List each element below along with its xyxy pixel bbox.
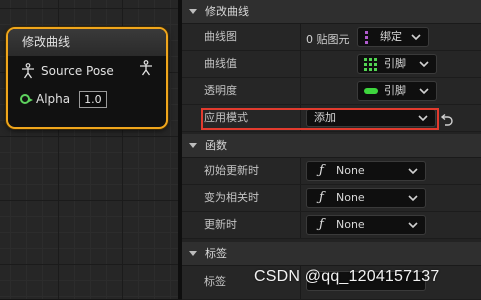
row-function-update: 更新时 ƒ None (182, 212, 481, 239)
source-pose-pin[interactable]: Source Pose (20, 62, 114, 80)
row-label: 曲线图 (204, 30, 237, 43)
row-label: 标签 (204, 275, 226, 288)
function-dropdown[interactable]: ƒ None (306, 215, 426, 235)
combo-label: 引脚 (384, 57, 406, 70)
alpha-pin-dropdown[interactable]: 引脚 (357, 81, 437, 101)
curve-map-count: 0 贴图元 (306, 33, 350, 46)
details-panel: 修改曲线 曲线图 0 贴图元 绑定 曲线值 引脚 透明度 引脚 应用模式 添加 … (182, 0, 481, 300)
function-dropdown[interactable]: ƒ None (306, 188, 426, 208)
combo-label: None (336, 191, 365, 204)
curve-value-pin-dropdown[interactable]: 引脚 (357, 54, 437, 74)
column-separator[interactable] (300, 24, 301, 50)
row-label: 初始更新时 (204, 164, 259, 177)
section-modify-curve[interactable]: 修改曲线 (182, 0, 481, 24)
collapse-caret-icon (189, 251, 197, 256)
column-separator[interactable] (300, 158, 301, 184)
graph-canvas[interactable]: 修改曲线 Source Pose Alpha 1.0 (0, 0, 178, 299)
chevron-down-icon (408, 222, 418, 229)
column-separator[interactable] (300, 185, 301, 211)
row-curve-value: 曲线值 引脚 (182, 51, 481, 78)
reset-arrow-icon[interactable] (440, 113, 454, 127)
alpha-label: Alpha (36, 92, 71, 106)
combo-label: None (336, 164, 365, 177)
section-tags[interactable]: 标签 (182, 242, 481, 266)
curve-map-bind-dropdown[interactable]: 绑定 (357, 27, 429, 47)
function-icon: ƒ (319, 163, 324, 178)
chevron-down-icon (411, 34, 421, 41)
float-pin-icon (20, 94, 33, 104)
section-title: 函数 (205, 139, 227, 152)
chevron-down-icon (408, 195, 418, 202)
column-separator[interactable] (300, 51, 301, 77)
row-function-become-relevant: 变为相关时 ƒ None (182, 185, 481, 212)
pose-output-pin-icon[interactable] (138, 60, 154, 76)
function-icon: ƒ (319, 190, 324, 205)
float-pill-icon (364, 88, 378, 94)
row-label: 透明度 (204, 84, 237, 97)
row-curve-map: 曲线图 0 贴图元 绑定 (182, 24, 481, 51)
row-alpha: 透明度 引脚 (182, 78, 481, 105)
alpha-value-input[interactable]: 1.0 (79, 90, 107, 108)
source-pose-label: Source Pose (41, 64, 114, 78)
apply-mode-highlight-box (201, 108, 439, 130)
combo-label: None (336, 218, 365, 231)
node-title: 修改曲线 (8, 29, 166, 56)
section-functions[interactable]: 函数 (182, 134, 481, 158)
modify-curve-node[interactable]: 修改曲线 Source Pose Alpha 1.0 (6, 27, 168, 129)
function-icon: ƒ (319, 217, 324, 232)
chevron-down-icon (419, 88, 429, 95)
combo-label: 引脚 (384, 84, 406, 97)
person-pose-icon (22, 63, 34, 79)
combo-label: 绑定 (380, 30, 402, 43)
column-separator[interactable] (300, 212, 301, 238)
column-separator[interactable] (300, 78, 301, 104)
section-title: 修改曲线 (205, 5, 249, 18)
watermark-text: CSDN @qq_1204157137 (254, 268, 440, 285)
row-function-initial-update: 初始更新时 ƒ None (182, 158, 481, 185)
section-title: 标签 (205, 247, 227, 260)
pin-grid-icon (364, 58, 377, 71)
alpha-pin[interactable]: Alpha 1.0 (20, 90, 107, 108)
row-label: 曲线值 (204, 57, 237, 70)
function-dropdown[interactable]: ƒ None (306, 161, 426, 181)
collapse-caret-icon (189, 143, 197, 148)
row-label: 变为相关时 (204, 191, 259, 204)
bind-icon (365, 31, 368, 44)
row-label: 更新时 (204, 218, 237, 231)
collapse-caret-icon (189, 9, 197, 14)
chevron-down-icon (408, 168, 418, 175)
chevron-down-icon (419, 61, 429, 68)
